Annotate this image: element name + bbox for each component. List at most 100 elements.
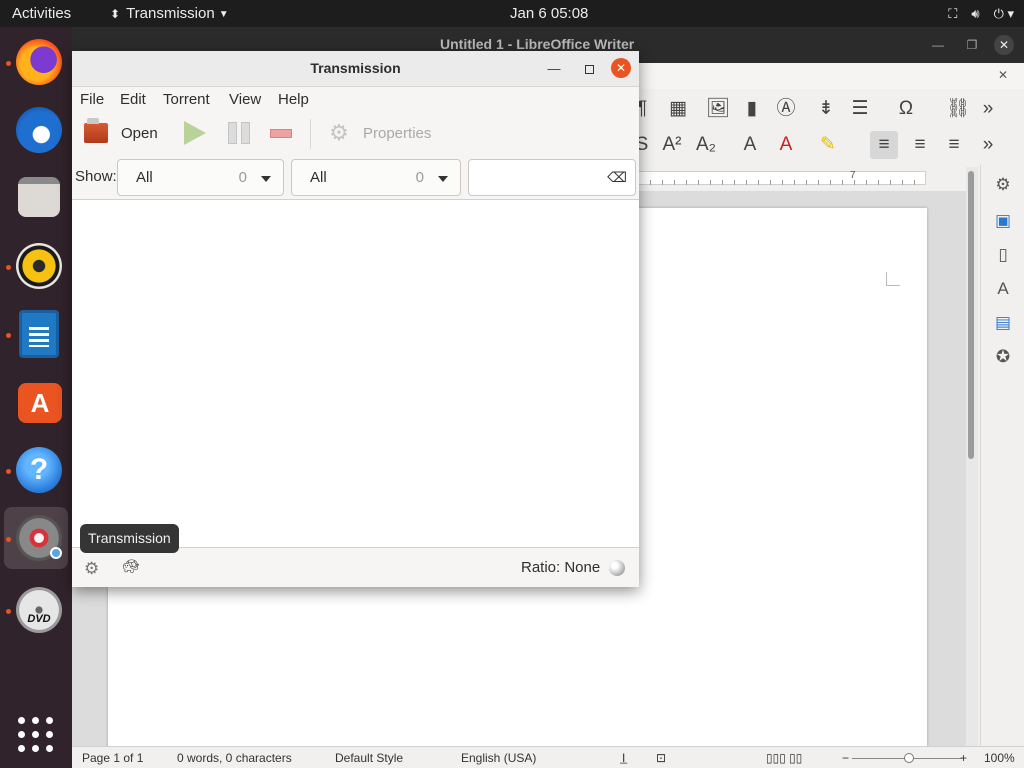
dock-thunderbird[interactable] [4, 99, 68, 161]
dock-tooltip: Transmission [80, 524, 179, 553]
zoom-out-icon[interactable]: − [842, 751, 849, 765]
sidebar-gallery-icon[interactable]: ▤ [991, 311, 1015, 335]
dock-files[interactable] [4, 167, 68, 229]
clock[interactable]: Jan 6 05:08 [510, 0, 588, 27]
power-icon[interactable]: ⏻ ▾ [994, 0, 1014, 27]
activity-filter-dropdown[interactable]: All 0 [117, 159, 284, 196]
system-tray[interactable]: ⛶ 🔊︎ ⏻ ▾ [934, 0, 1014, 27]
close-icon[interactable]: ✕ [994, 35, 1014, 55]
sync-badge-icon [50, 547, 62, 559]
menu-torrent[interactable]: Torrent [163, 91, 210, 108]
help-icon: ? [16, 447, 62, 493]
ratio-label[interactable]: Ratio: None [521, 559, 600, 576]
tracker-filter-value: All [310, 169, 327, 186]
sidebar-styles-icon[interactable]: A [991, 277, 1015, 301]
dock-libreoffice-writer[interactable] [4, 303, 68, 365]
dvd-icon: DVD [16, 587, 62, 633]
running-indicator [6, 61, 11, 66]
thunderbird-icon [16, 107, 62, 153]
statusbar: ⚙ 🐢︎ Ratio: None [72, 547, 639, 587]
clear-formatting-icon[interactable]: A [736, 131, 764, 159]
insert-field-icon[interactable]: ☰ [846, 95, 874, 123]
insert-image-icon[interactable]: 🖼︎ [704, 95, 732, 123]
app-menu[interactable]: ⬍ Transmission ▼ [110, 0, 229, 27]
font-color-icon[interactable]: A [772, 131, 800, 159]
activities-button[interactable]: Activities [12, 0, 71, 27]
align-center-icon[interactable]: ≡ [906, 131, 934, 159]
special-character-icon[interactable]: Ω [892, 95, 920, 123]
insert-mode-icon[interactable]: I̲ [622, 751, 625, 765]
sidebar-settings-icon[interactable]: ⚙ [991, 173, 1015, 197]
sidebar-properties-icon[interactable]: ▣ [991, 209, 1015, 233]
dock-ubuntu-software[interactable]: A [4, 371, 68, 433]
zoom-in-icon[interactable]: + [960, 751, 967, 765]
close-button[interactable]: ✕ [611, 58, 631, 78]
search-input[interactable]: ⌫ [468, 159, 636, 196]
align-right-icon[interactable]: ≡ [940, 131, 968, 159]
zoom-slider-knob[interactable] [904, 753, 914, 763]
vertical-scrollbar[interactable] [966, 167, 978, 753]
maximize-button[interactable] [579, 59, 599, 79]
menu-help[interactable]: Help [278, 91, 309, 108]
sidebar-navigator-icon[interactable]: ✪ [991, 345, 1015, 369]
app-menu-label: Transmission [126, 5, 215, 22]
more-options-icon[interactable]: » [974, 95, 1002, 123]
properties-button-label: Properties [363, 125, 432, 142]
chevron-down-icon: ▼ [218, 9, 229, 20]
document-modified-icon[interactable]: ⊡ [656, 751, 666, 765]
minimize-button[interactable]: — [544, 59, 564, 79]
minimize-icon[interactable]: — [928, 35, 948, 55]
start-icon[interactable] [184, 121, 206, 145]
insert-chart-icon[interactable]: ▮ [738, 95, 766, 123]
transmission-window: Transmission — ✕ File Edit Torrent View … [72, 51, 639, 587]
dock-dvd[interactable]: DVD [4, 579, 68, 641]
maximize-icon[interactable]: ❐ [962, 35, 982, 55]
transmission-titlebar[interactable]: Transmission — ✕ [72, 51, 639, 87]
menu-view[interactable]: View [229, 91, 261, 108]
running-indicator [6, 537, 11, 542]
word-count[interactable]: 0 words, 0 characters [177, 751, 292, 765]
subscript-icon[interactable]: A₂ [692, 131, 720, 159]
insert-page-break-icon[interactable]: ⇟ [812, 95, 840, 123]
activity-filter-value: All [136, 169, 153, 186]
pause-icon[interactable] [228, 122, 250, 144]
tracker-filter-dropdown[interactable]: All 0 [291, 159, 461, 196]
turtle-mode-icon[interactable]: 🐢︎ [122, 558, 140, 575]
show-applications-grid-icon[interactable] [18, 717, 54, 753]
writer-icon [19, 310, 59, 358]
insert-table-icon[interactable]: ▦ [664, 95, 692, 123]
torrent-list[interactable] [72, 199, 639, 547]
dock-firefox[interactable] [4, 31, 68, 93]
menu-file[interactable]: File [80, 91, 104, 108]
text-language[interactable]: English (USA) [461, 751, 536, 765]
tracker-filter-count: 0 [415, 169, 424, 186]
dock-help[interactable]: ? [4, 439, 68, 501]
dock-rhythmbox[interactable] [4, 235, 68, 297]
hyperlink-icon[interactable]: ⛓ [944, 95, 972, 123]
clear-search-icon[interactable]: ⌫ [607, 169, 627, 186]
network-icon[interactable]: ⛶ [948, 0, 957, 27]
chevron-down-icon [438, 176, 448, 182]
highlight-color-icon[interactable]: ✎ [814, 131, 842, 159]
activity-filter-count: 0 [238, 169, 247, 186]
menu-edit[interactable]: Edit [120, 91, 146, 108]
align-left-icon[interactable]: ≡ [870, 131, 898, 159]
dock-transmission[interactable] [4, 507, 68, 569]
close-document-icon[interactable]: ✕ [998, 68, 1008, 82]
volume-icon[interactable]: 🔊︎ [971, 0, 979, 27]
insert-textbox-icon[interactable]: Ⓐ [772, 95, 800, 123]
more-options-icon[interactable]: » [974, 131, 1002, 159]
superscript-icon[interactable]: A² [658, 131, 686, 159]
zoom-slider[interactable] [852, 753, 962, 763]
view-layout-icons[interactable]: ▯▯▯ ▯▯ [766, 751, 802, 765]
page-style[interactable]: Default Style [335, 751, 403, 765]
ruler[interactable]: 7 [638, 170, 926, 185]
sidebar-page-icon[interactable]: ▯ [991, 243, 1015, 267]
options-gear-icon[interactable]: ⚙ [84, 559, 99, 579]
ratio-icon[interactable] [609, 560, 625, 576]
top-bar: Activities ⬍ Transmission ▼ Jan 6 05:08 ⛶ 🔊… [0, 0, 1024, 27]
remove-icon[interactable] [270, 129, 292, 138]
page-count[interactable]: Page 1 of 1 [82, 751, 143, 765]
scrollbar-thumb[interactable] [968, 171, 974, 459]
zoom-level[interactable]: 100% [984, 751, 1015, 765]
